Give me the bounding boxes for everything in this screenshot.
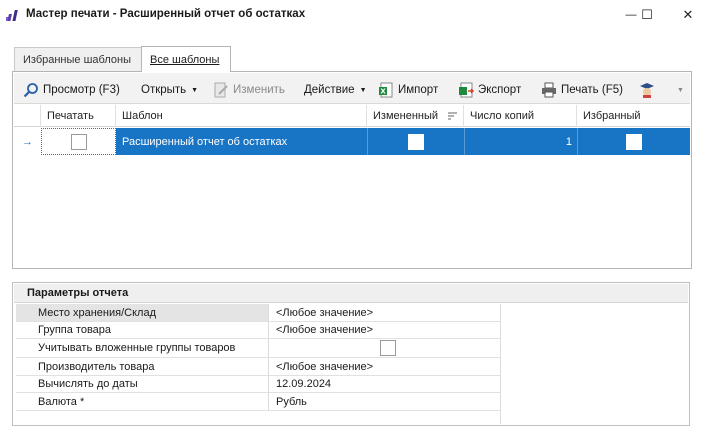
param-label: Учитывать вложенные группы товаров [16, 339, 269, 358]
app-logo-icon [6, 10, 18, 21]
print-button[interactable]: Печать (F5) [541, 81, 623, 99]
sort-icon [448, 112, 457, 120]
dropdown-arrow-icon: ▼ [359, 86, 367, 94]
import-label: Импорт [398, 84, 439, 96]
preview-button[interactable]: Просмотр (F3) [23, 81, 120, 99]
excel-export-icon [459, 82, 474, 98]
param-label: Место хранения/Склад [16, 304, 269, 321]
template-tabs: Избранные шаблоны Все шаблоны [14, 46, 231, 72]
template-name-cell[interactable]: Расширенный отчет об остатках [116, 128, 367, 155]
excel-import-icon: X [379, 82, 393, 98]
param-value[interactable]: Рубль [269, 393, 500, 410]
modified-checkbox[interactable] [408, 133, 424, 150]
graduate-icon [640, 83, 654, 98]
report-parameters-panel: Параметры отчета Место хранения/Склад <Л… [12, 282, 690, 426]
overflow-arrow-icon: ▼ [677, 86, 684, 94]
window-title: Мастер печати - Расширенный отчет об ост… [26, 8, 306, 20]
param-label: Производитель товара [16, 358, 269, 375]
print-checkbox-cell[interactable] [41, 128, 116, 155]
tab-label: Избранные шаблоны [23, 54, 131, 66]
wizard-button[interactable] [639, 81, 655, 99]
param-value[interactable]: <Любое значение> [269, 358, 500, 375]
favorite-checkbox[interactable] [626, 133, 642, 150]
row-indicator-header [14, 105, 41, 127]
parameters-title: Параметры отчета [14, 284, 688, 303]
preview-label: Просмотр (F3) [43, 84, 120, 96]
column-header-template[interactable]: Шаблон [116, 105, 367, 127]
param-row-product-group[interactable]: Группа товара <Любое значение> [16, 321, 500, 339]
column-label: Избранный [583, 110, 641, 122]
param-row-storage[interactable]: Место хранения/Склад <Любое значение> [16, 304, 500, 322]
edit-document-icon [214, 82, 228, 98]
column-header-print[interactable]: Печатать [41, 105, 116, 127]
edit-button[interactable]: Изменить [213, 81, 285, 99]
param-row-manufacturer[interactable]: Производитель товара <Любое значение> [16, 358, 500, 376]
param-value[interactable] [269, 339, 500, 358]
param-label: Вычислять до даты [16, 375, 269, 393]
param-value[interactable]: <Любое значение> [269, 304, 500, 321]
open-dropdown[interactable]: Открыть ▼ [141, 81, 198, 99]
export-label: Экспорт [478, 84, 522, 96]
action-label: Действие [304, 84, 355, 96]
copies-value: 1 [565, 135, 572, 148]
print-label: Печать (F5) [561, 84, 623, 96]
toolbar-overflow-button[interactable]: ▼ [676, 81, 684, 99]
print-checkbox[interactable] [70, 133, 87, 150]
grid-header: Печатать Шаблон Измененный Число копий И… [14, 105, 690, 127]
column-label: Печатать [47, 110, 94, 122]
favorite-checkbox-cell[interactable] [577, 128, 690, 155]
action-dropdown[interactable]: Действие ▼ [304, 81, 367, 99]
toolbar: Просмотр (F3) Открыть ▼ Изменить Действи… [14, 73, 690, 104]
title-bar: Мастер печати - Расширенный отчет об ост… [0, 0, 707, 30]
current-row-arrow-icon: → [22, 135, 33, 148]
param-value[interactable]: <Любое значение> [269, 322, 500, 339]
printer-icon [542, 82, 556, 98]
param-row-date[interactable]: Вычислять до даты 12.09.2024 [16, 375, 500, 393]
nested-groups-checkbox[interactable] [380, 340, 396, 357]
export-button[interactable]: Экспорт [458, 81, 521, 99]
column-header-modified[interactable]: Измененный [367, 105, 464, 127]
param-label: Валюта * [16, 393, 269, 410]
column-header-favorite[interactable]: Избранный [577, 105, 690, 127]
tab-label: Все шаблоны [150, 54, 220, 66]
maximize-button[interactable]: ☐ [632, 4, 662, 26]
close-button[interactable]: ✕ [673, 4, 703, 26]
tab-all-templates[interactable]: Все шаблоны [141, 46, 231, 72]
import-button[interactable]: X Импорт [378, 81, 438, 99]
param-row-nested-groups[interactable]: Учитывать вложенные группы товаров [16, 339, 500, 358]
open-label: Открыть [141, 84, 187, 96]
copies-cell[interactable]: 1 [464, 128, 577, 155]
column-label: Шаблон [122, 110, 163, 122]
svg-text:X: X [380, 88, 386, 96]
table-row[interactable]: → Расширенный отчет об остатках 1 [14, 128, 690, 155]
column-label: Измененный [373, 110, 439, 122]
param-value[interactable]: 12.09.2024 [269, 376, 500, 393]
templates-panel: Просмотр (F3) Открыть ▼ Изменить Действи… [12, 71, 692, 269]
param-label: Группа товара [16, 321, 269, 339]
tab-favorite-templates[interactable]: Избранные шаблоны [14, 47, 141, 72]
maximize-icon: ☐ [641, 7, 653, 22]
column-header-copies[interactable]: Число копий [464, 105, 577, 127]
modified-checkbox-cell[interactable] [367, 128, 464, 155]
close-icon: ✕ [682, 7, 694, 22]
magnifier-icon [23, 83, 38, 98]
template-name: Расширенный отчет об остатках [122, 135, 288, 148]
param-row-currency[interactable]: Валюта * Рубль [16, 393, 500, 411]
column-label: Число копий [470, 110, 534, 122]
edit-label: Изменить [233, 84, 285, 96]
dropdown-arrow-icon: ▼ [191, 86, 199, 94]
